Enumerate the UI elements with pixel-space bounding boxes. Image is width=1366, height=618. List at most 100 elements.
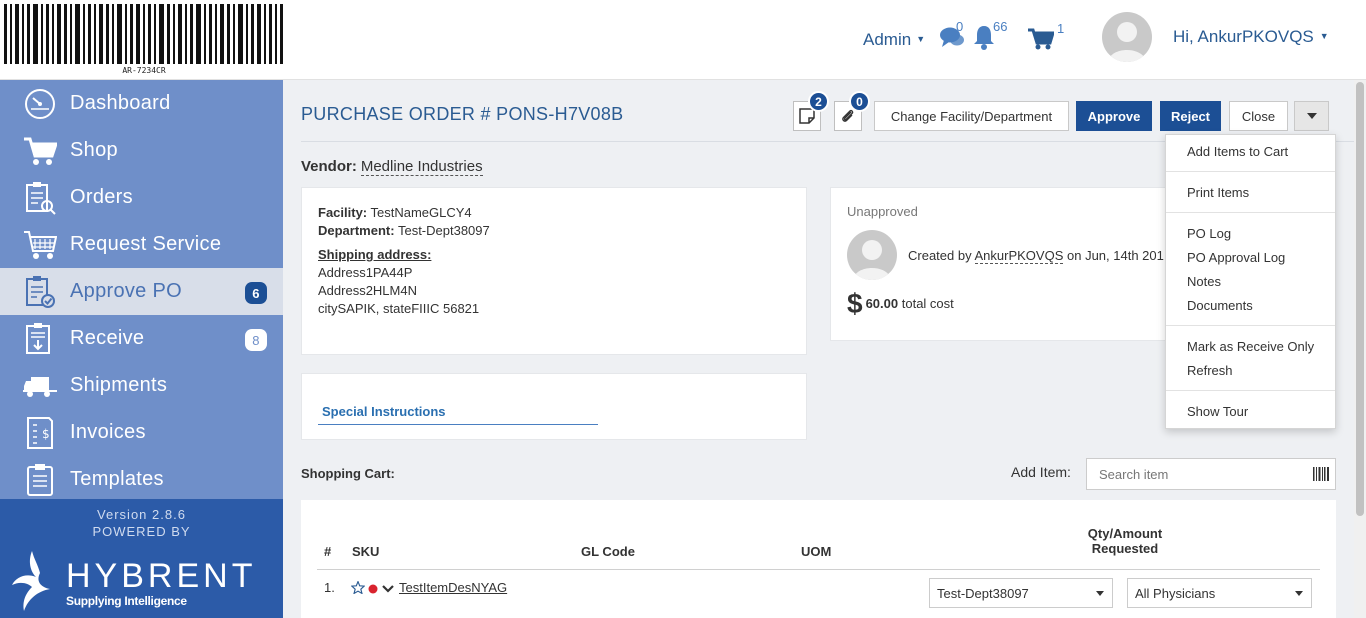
status-dot-icon <box>368 584 378 594</box>
user-silhouette-icon <box>1108 22 1146 62</box>
reject-button[interactable]: Reject <box>1160 101 1221 131</box>
cart-icon[interactable] <box>1028 28 1054 50</box>
created-prefix: Created by <box>908 248 972 263</box>
menu-item-po-log[interactable]: PO Log <box>1187 226 1231 241</box>
messages-count: 0 <box>956 19 964 34</box>
caret-down-icon: ▼ <box>916 34 926 44</box>
col-header-qty-line2: Requested <box>1091 541 1159 556</box>
page-title: PURCHASE ORDER # PONS-H7V08B <box>301 104 624 124</box>
barcode-icon <box>4 4 283 64</box>
menu-item-po-approval-log[interactable]: PO Approval Log <box>1187 250 1285 265</box>
hybrent-tagline: Supplying Intelligence <box>66 594 187 608</box>
vendor-name-link[interactable]: Medline Industries <box>360 158 483 176</box>
change-facility-button[interactable]: Change Facility/Department <box>874 101 1069 131</box>
notes-button[interactable]: 2 <box>793 91 829 131</box>
row-number: 1. <box>324 580 335 595</box>
menu-divider <box>1166 212 1335 213</box>
po-status-card: Unapproved Created by AnkurPKOVQS on Jun… <box>830 187 1170 341</box>
scrollbar-thumb[interactable] <box>1356 82 1364 516</box>
sidebar-item-shop[interactable]: Shop <box>0 127 283 174</box>
total-cost-label: total cost <box>901 296 954 311</box>
physician-select[interactable]: All Physicians <box>1127 578 1312 608</box>
request-service-icon <box>22 227 58 263</box>
menu-item-add-items-to-cart[interactable]: Add Items to Cart <box>1187 144 1288 159</box>
shopping-cart-table: # SKU GL Code UOM Qty/Amount Requested 1… <box>301 500 1336 618</box>
user-avatar[interactable] <box>1102 12 1152 62</box>
sidebar-item-dashboard[interactable]: Dashboard <box>0 80 283 127</box>
physician-select-value: All Physicians <box>1135 585 1216 601</box>
menu-item-notes[interactable]: Notes <box>1187 274 1221 289</box>
barcode-scan-icon[interactable] <box>1313 467 1329 481</box>
col-header-uom: UOM <box>801 544 832 559</box>
caret-down-icon: ▼ <box>1319 31 1329 41</box>
approve-po-badge: 6 <box>245 282 267 304</box>
po-status: Unapproved <box>847 204 918 219</box>
sidebar-item-receive[interactable]: Receive 8 <box>0 315 283 362</box>
department-select[interactable]: Test-Dept38097 <box>929 578 1113 608</box>
menu-item-documents[interactable]: Documents <box>1187 298 1253 313</box>
creator-link[interactable]: AnkurPKOVQS <box>974 248 1064 264</box>
cart-count: 1 <box>1057 21 1065 36</box>
menu-item-print-items[interactable]: Print Items <box>1187 185 1249 200</box>
notes-count-badge: 2 <box>808 91 829 112</box>
department-select-value: Test-Dept38097 <box>937 585 1029 601</box>
sidebar-item-approve-po[interactable]: Approve PO 6 <box>0 268 283 315</box>
menu-divider <box>1166 171 1335 172</box>
page-scrollbar[interactable] <box>1354 80 1366 618</box>
svg-text:$: $ <box>42 427 50 441</box>
invoice-icon: $ <box>22 415 58 451</box>
sidebar-item-invoices[interactable]: $ Invoices <box>0 409 283 456</box>
receive-badge: 8 <box>245 329 267 351</box>
total-cost: $60.00 total cost <box>847 288 954 320</box>
more-actions-toggle[interactable] <box>1294 101 1329 131</box>
powered-by-text: POWERED BY <box>92 524 191 539</box>
department-value: Test-Dept38097 <box>397 223 490 238</box>
hybrent-logo-text: HYBRENT <box>66 557 257 595</box>
caret-down-icon <box>1306 113 1317 119</box>
admin-menu[interactable]: Admin ▼ <box>863 30 925 50</box>
close-button[interactable]: Close <box>1229 101 1288 131</box>
facility-label: Facility: <box>318 205 368 220</box>
orders-icon <box>22 180 58 216</box>
sidebar-footer: Version 2.8.6 POWERED BY HYBRENT Supplyi… <box>0 499 283 618</box>
dashboard-icon <box>22 86 58 122</box>
special-instructions-card: Special Instructions <box>301 373 807 440</box>
menu-item-refresh[interactable]: Refresh <box>1187 363 1233 378</box>
top-bar: AR-7234CR Admin ▼ 0 66 1 Hi, AnkurPKOVQS ▼ <box>0 0 1366 80</box>
sidebar-item-label: Dashboard <box>70 92 171 114</box>
notifications-count: 66 <box>993 19 1008 34</box>
chevron-down-icon[interactable] <box>382 585 394 593</box>
sidebar-item-templates[interactable]: Templates <box>0 456 283 503</box>
star-icon[interactable] <box>351 581 365 594</box>
shopping-cart-label: Shopping Cart: <box>301 466 395 481</box>
approve-button[interactable]: Approve <box>1076 101 1152 131</box>
dollar-icon: $ <box>847 288 863 319</box>
sidebar-item-label: Orders <box>70 186 133 208</box>
attachments-button[interactable]: 0 <box>834 91 870 131</box>
facility-details: Facility: TestNameGLCY4 Department: Test… <box>318 204 490 318</box>
sidebar-item-request-service[interactable]: Request Service <box>0 221 283 268</box>
template-icon <box>22 462 58 498</box>
sidebar-item-label: Shipments <box>70 374 168 396</box>
sidebar-item-shipments[interactable]: Shipments <box>0 362 283 409</box>
search-item-input[interactable] <box>1099 459 1309 489</box>
user-menu[interactable]: Hi, AnkurPKOVQS ▼ <box>1173 27 1329 47</box>
sidebar-item-label: Approve PO <box>70 280 182 302</box>
col-header-qty-line1: Qty/Amount <box>1087 526 1163 541</box>
user-silhouette-icon <box>853 240 891 280</box>
vendor-line: Vendor: Medline Industries <box>301 158 483 176</box>
shipping-address-label: Shipping address: <box>318 247 432 262</box>
sidebar-item-orders[interactable]: Orders <box>0 174 283 221</box>
menu-item-show-tour[interactable]: Show Tour <box>1187 404 1248 419</box>
version-text: Version 2.8.6 <box>97 507 186 522</box>
barcode-text: AR-7234CR <box>122 66 166 75</box>
menu-item-mark-receive-only[interactable]: Mark as Receive Only <box>1187 339 1314 354</box>
sku-link[interactable]: TestItemDesNYAG <box>399 580 507 595</box>
add-item-label: Add Item: <box>1011 464 1071 480</box>
address-line-3: citySAPIK, stateFIIIC 56821 <box>318 301 480 316</box>
special-instructions-tab[interactable]: Special Instructions <box>318 404 598 425</box>
sidebar-item-label: Invoices <box>70 421 146 443</box>
table-header-divider <box>317 569 1320 570</box>
total-amount: 60.00 <box>865 296 899 311</box>
col-header-sku: SKU <box>352 544 380 559</box>
